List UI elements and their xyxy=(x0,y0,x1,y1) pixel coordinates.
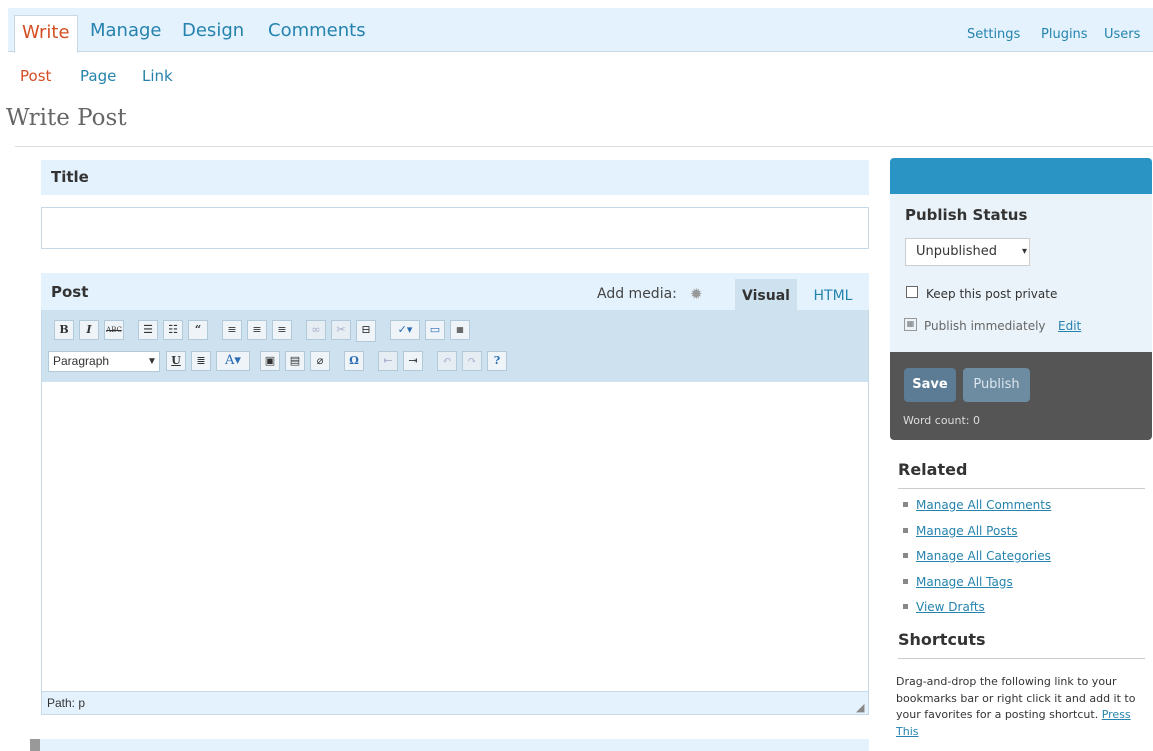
add-media-icon[interactable]: ✹ xyxy=(690,285,703,303)
help-icon[interactable]: ? xyxy=(487,351,507,371)
subnav-link[interactable]: Link xyxy=(142,67,173,85)
special-char-icon[interactable]: Ω xyxy=(344,351,364,371)
publish-status-heading: Publish Status xyxy=(905,206,1028,224)
related-heading: Related xyxy=(898,460,968,479)
title-input[interactable] xyxy=(41,207,869,249)
related-links: Manage All Comments Manage All Posts Man… xyxy=(898,497,1051,625)
post-editor[interactable] xyxy=(41,382,869,691)
link-view-drafts[interactable]: View Drafts xyxy=(916,600,985,614)
list-item: Manage All Comments xyxy=(898,497,1051,523)
kitchen-sink-icon[interactable]: ▦ xyxy=(450,320,470,340)
editor-toolbar: B I ABC ☰ ☷ “ ≡ ≡ ≡ ∞ ✂ ⊟ ✓▾ ▭ ▦ Paragra… xyxy=(41,310,869,382)
bullet-icon xyxy=(903,553,908,558)
align-right-icon[interactable]: ≡ xyxy=(272,320,292,340)
collapsed-box[interactable] xyxy=(30,739,869,751)
italic-icon[interactable]: I xyxy=(79,320,99,340)
title-label: Title xyxy=(41,160,869,195)
bullet-icon xyxy=(903,578,908,584)
text-color-icon[interactable]: A▾ xyxy=(216,351,250,371)
align-left-icon[interactable]: ≡ xyxy=(222,320,242,340)
link-manage-comments[interactable]: Manage All Comments xyxy=(916,498,1051,512)
shortcuts-description: Drag-and-drop the following link to your… xyxy=(896,674,1141,740)
tab-html[interactable]: HTML xyxy=(803,279,863,311)
numbered-list-icon[interactable]: ☷ xyxy=(163,320,183,340)
shortcuts-text: Drag-and-drop the following link to your… xyxy=(896,675,1136,721)
nav-link-users[interactable]: Users xyxy=(1104,27,1140,42)
word-count: Word count: 0 xyxy=(903,414,981,427)
publish-status-select[interactable]: Unpublished xyxy=(905,238,1030,266)
list-item: Manage All Tags xyxy=(898,574,1051,600)
resize-handle-icon[interactable]: ◢ xyxy=(856,701,864,714)
blockquote-icon[interactable]: “ xyxy=(188,320,208,340)
tab-visual[interactable]: Visual xyxy=(735,279,797,311)
page-title: Write Post xyxy=(6,105,127,131)
underline-icon[interactable]: U xyxy=(166,351,186,371)
list-item: View Drafts xyxy=(898,599,1051,625)
top-nav: Write Manage Design Comments Settings Pl… xyxy=(8,8,1153,53)
align-center-icon[interactable]: ≡ xyxy=(247,320,267,340)
private-checkbox-label: Keep this post private xyxy=(926,287,1058,301)
nav-link-plugins[interactable]: Plugins xyxy=(1041,27,1088,42)
paste-word-icon[interactable]: ▤ xyxy=(285,351,305,371)
publish-panel-header xyxy=(890,158,1152,194)
remove-format-icon[interactable]: ⌀ xyxy=(310,351,330,371)
chevron-down-icon: ▾ xyxy=(1022,246,1028,257)
link-manage-tags[interactable]: Manage All Tags xyxy=(916,575,1013,589)
subnav-page[interactable]: Page xyxy=(80,67,116,85)
bullet-list-icon[interactable]: ☰ xyxy=(138,320,158,340)
editor-path: Path: p xyxy=(41,691,869,715)
bold-icon[interactable]: B xyxy=(54,320,74,340)
link-manage-categories[interactable]: Manage All Categories xyxy=(916,549,1051,563)
chevron-down-icon: ▼ xyxy=(147,356,157,367)
link-icon[interactable]: ∞ xyxy=(306,320,326,340)
post-label: Post xyxy=(51,283,89,301)
justify-icon[interactable]: ≣ xyxy=(191,351,211,371)
divider xyxy=(898,488,1145,489)
divider xyxy=(15,146,1153,147)
bullet-icon xyxy=(903,527,908,533)
tab-design[interactable]: Design xyxy=(182,20,244,41)
nav-link-settings[interactable]: Settings xyxy=(967,27,1020,42)
save-button[interactable]: Save xyxy=(904,368,956,402)
add-media-label: Add media: xyxy=(597,286,677,302)
list-item: Manage All Categories xyxy=(898,548,1051,574)
paste-text-icon[interactable]: ▣ xyxy=(260,351,280,371)
format-select[interactable]: Paragraph ▼ xyxy=(48,351,160,372)
undo-icon[interactable]: ↶ xyxy=(437,351,457,371)
list-item: Manage All Posts xyxy=(898,523,1051,549)
more-tag-icon[interactable]: ⊟ xyxy=(356,320,376,342)
outdent-icon[interactable]: ⇤ xyxy=(378,351,398,371)
private-checkbox[interactable] xyxy=(906,286,918,298)
indent-icon[interactable]: ⇥ xyxy=(403,351,423,371)
bullet-icon xyxy=(903,502,908,507)
subnav-post[interactable]: Post xyxy=(20,67,51,85)
bullet-icon xyxy=(903,604,908,609)
format-select-value: Paragraph xyxy=(53,354,110,368)
redo-icon[interactable]: ↷ xyxy=(462,351,482,371)
publish-button[interactable]: Publish xyxy=(963,368,1030,402)
calendar-icon: ▦ xyxy=(904,318,917,331)
edit-timestamp-link[interactable]: Edit xyxy=(1058,319,1081,333)
strikethrough-icon[interactable]: ABC xyxy=(104,320,124,340)
link-manage-posts[interactable]: Manage All Posts xyxy=(916,524,1018,538)
tab-manage[interactable]: Manage xyxy=(90,20,162,41)
tab-comments[interactable]: Comments xyxy=(268,20,366,41)
shortcuts-heading: Shortcuts xyxy=(898,630,986,649)
fullscreen-icon[interactable]: ▭ xyxy=(425,320,445,340)
publish-timing: Publish immediately xyxy=(924,319,1046,333)
spellcheck-icon[interactable]: ✓▾ xyxy=(390,320,420,340)
unlink-icon[interactable]: ✂ xyxy=(331,320,351,340)
tab-write[interactable]: Write xyxy=(14,15,78,53)
divider xyxy=(898,658,1145,659)
